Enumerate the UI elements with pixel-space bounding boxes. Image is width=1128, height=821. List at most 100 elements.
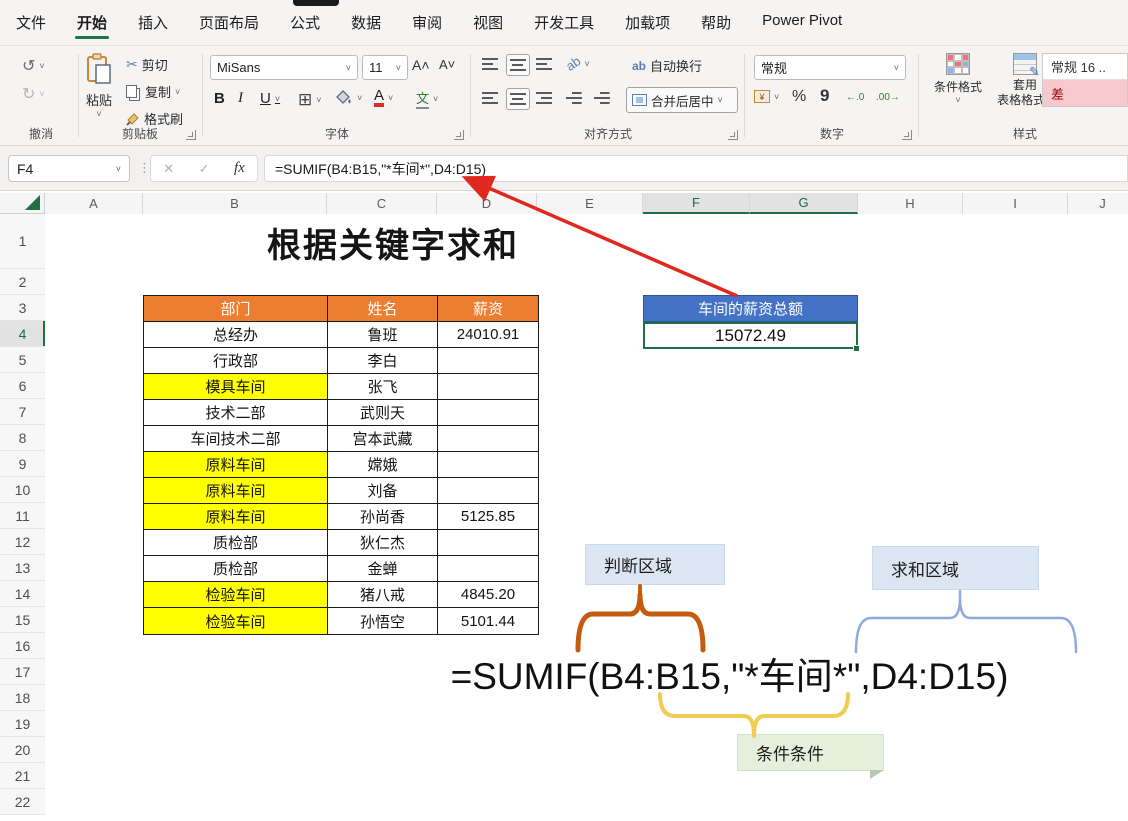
row-header-11[interactable]: 11 (0, 503, 45, 529)
row-header-22[interactable]: 22 (0, 789, 45, 815)
cell-style-normal[interactable]: 常规 16 .. (1043, 54, 1127, 80)
borders-button[interactable]: ⊞˅ (298, 90, 322, 110)
increase-indent-button[interactable] (594, 92, 610, 104)
salary-cell[interactable] (438, 478, 538, 504)
dept-cell[interactable]: 质检部 (144, 556, 328, 582)
column-header-C[interactable]: C (327, 193, 437, 214)
conditional-format-button[interactable]: 条件格式 ˅ (930, 53, 986, 105)
fill-handle[interactable] (853, 345, 860, 352)
tab-视图[interactable]: 视图 (471, 8, 505, 41)
row-header-17[interactable]: 17 (0, 659, 45, 685)
orientation-button[interactable]: ab˅ (566, 56, 590, 71)
name-cell[interactable]: 张飞 (328, 374, 438, 400)
result-header-cell[interactable]: 车间的薪资总额 (643, 295, 858, 322)
cell-style-bad[interactable]: 差 (1043, 80, 1127, 106)
column-header-H[interactable]: H (858, 193, 963, 214)
font-size-combo[interactable]: 11˅ (362, 55, 408, 80)
column-header-B[interactable]: B (143, 193, 327, 214)
dept-cell[interactable]: 原料车间 (144, 504, 328, 530)
tab-页面布局[interactable]: 页面布局 (197, 8, 261, 41)
name-cell[interactable]: 李白 (328, 348, 438, 374)
row-header-15[interactable]: 15 (0, 607, 45, 633)
dept-cell[interactable]: 检验车间 (144, 608, 328, 634)
paste-button[interactable]: 粘贴 ˅ (86, 53, 112, 119)
table-header-部门[interactable]: 部门 (144, 296, 328, 322)
insert-function-icon[interactable]: fx (234, 160, 245, 177)
dept-cell[interactable]: 原料车间 (144, 452, 328, 478)
tab-帮助[interactable]: 帮助 (699, 8, 733, 41)
align-center-button[interactable] (506, 88, 530, 110)
cancel-icon[interactable]: ✕ (163, 161, 174, 177)
tab-开始[interactable]: 开始 (75, 8, 109, 41)
alignment-dialog-launcher-icon[interactable] (728, 130, 738, 140)
row-header-16[interactable]: 16 (0, 633, 45, 659)
align-middle-button[interactable] (506, 54, 530, 76)
row-header-13[interactable]: 13 (0, 555, 45, 581)
column-header-I[interactable]: I (963, 193, 1068, 214)
row-header-10[interactable]: 10 (0, 477, 45, 503)
tab-加载项[interactable]: 加载项 (623, 8, 672, 41)
number-dialog-launcher-icon[interactable] (902, 130, 912, 140)
shrink-font-button[interactable]: A˅ (439, 57, 455, 72)
column-header-J[interactable]: J (1068, 193, 1128, 214)
row-header-8[interactable]: 8 (0, 425, 45, 451)
salary-cell[interactable] (438, 530, 538, 556)
copy-button[interactable]: 复制 ˅ (126, 82, 180, 101)
column-header-D[interactable]: D (437, 193, 537, 214)
row-header-4[interactable]: 4 (0, 321, 45, 347)
percent-style-button[interactable]: % (792, 88, 806, 106)
enter-icon[interactable]: ✓ (199, 161, 210, 177)
dept-cell[interactable]: 技术二部 (144, 400, 328, 426)
row-header-19[interactable]: 19 (0, 711, 45, 737)
bold-button[interactable]: B (214, 90, 225, 107)
salary-cell[interactable]: 4845.20 (438, 582, 538, 608)
name-cell[interactable]: 猪八戒 (328, 582, 438, 608)
row-header-9[interactable]: 9 (0, 451, 45, 477)
name-cell[interactable]: 狄仁杰 (328, 530, 438, 556)
dept-cell[interactable]: 原料车间 (144, 478, 328, 504)
tab-公式[interactable]: 公式 (288, 8, 322, 41)
row-header-7[interactable]: 7 (0, 399, 45, 425)
salary-cell[interactable] (438, 452, 538, 478)
tab-审阅[interactable]: 审阅 (410, 8, 444, 41)
phonetic-button[interactable]: 文˅ (416, 88, 438, 109)
salary-cell[interactable] (438, 374, 538, 400)
wrap-text-button[interactable]: ab 自动换行 (632, 56, 702, 75)
result-value-cell[interactable]: 15072.49 (643, 322, 858, 349)
salary-cell[interactable]: 5101.44 (438, 608, 538, 634)
dept-cell[interactable]: 行政部 (144, 348, 328, 374)
row-header-14[interactable]: 14 (0, 581, 45, 607)
grow-font-button[interactable]: A˄ (412, 57, 430, 73)
redo-button[interactable]: ↻˅ (22, 84, 45, 104)
font-name-combo[interactable]: MiSans˅ (210, 55, 358, 80)
name-cell[interactable]: 孙悟空 (328, 608, 438, 634)
name-cell[interactable]: 武则天 (328, 400, 438, 426)
salary-cell[interactable] (438, 426, 538, 452)
column-header-E[interactable]: E (537, 193, 643, 214)
tab-Power Pivot[interactable]: Power Pivot (760, 8, 844, 41)
row-header-1[interactable]: 1 (0, 214, 45, 269)
row-header-6[interactable]: 6 (0, 373, 45, 399)
increase-decimal-button[interactable]: ←.0 (846, 92, 864, 103)
dept-cell[interactable]: 质检部 (144, 530, 328, 556)
fill-color-button[interactable]: ˅ (336, 90, 362, 106)
formula-input[interactable]: =SUMIF(B4:B15,"*车间*",D4:D15) (264, 155, 1128, 182)
decrease-decimal-button[interactable]: .00→ (876, 92, 900, 103)
underline-button[interactable]: U˅ (260, 90, 280, 107)
column-header-G[interactable]: G (750, 193, 858, 214)
dept-cell[interactable]: 模具车间 (144, 374, 328, 400)
cut-button[interactable]: ✂ 剪切 (126, 55, 168, 74)
column-header-A[interactable]: A (45, 193, 143, 214)
name-cell[interactable]: 孙尚香 (328, 504, 438, 530)
row-header-3[interactable]: 3 (0, 295, 45, 321)
row-header-18[interactable]: 18 (0, 685, 45, 711)
row-header-20[interactable]: 20 (0, 737, 45, 763)
comma-style-button[interactable]: 9 (820, 86, 829, 106)
name-cell[interactable]: 金蝉 (328, 556, 438, 582)
name-cell[interactable]: 嫦娥 (328, 452, 438, 478)
salary-cell[interactable] (438, 556, 538, 582)
font-color-button[interactable]: A˅ (374, 88, 393, 107)
align-bottom-button[interactable] (536, 58, 552, 70)
number-format-combo[interactable]: 常规˅ (754, 55, 906, 80)
name-box[interactable]: F4 ˅ (8, 155, 130, 182)
